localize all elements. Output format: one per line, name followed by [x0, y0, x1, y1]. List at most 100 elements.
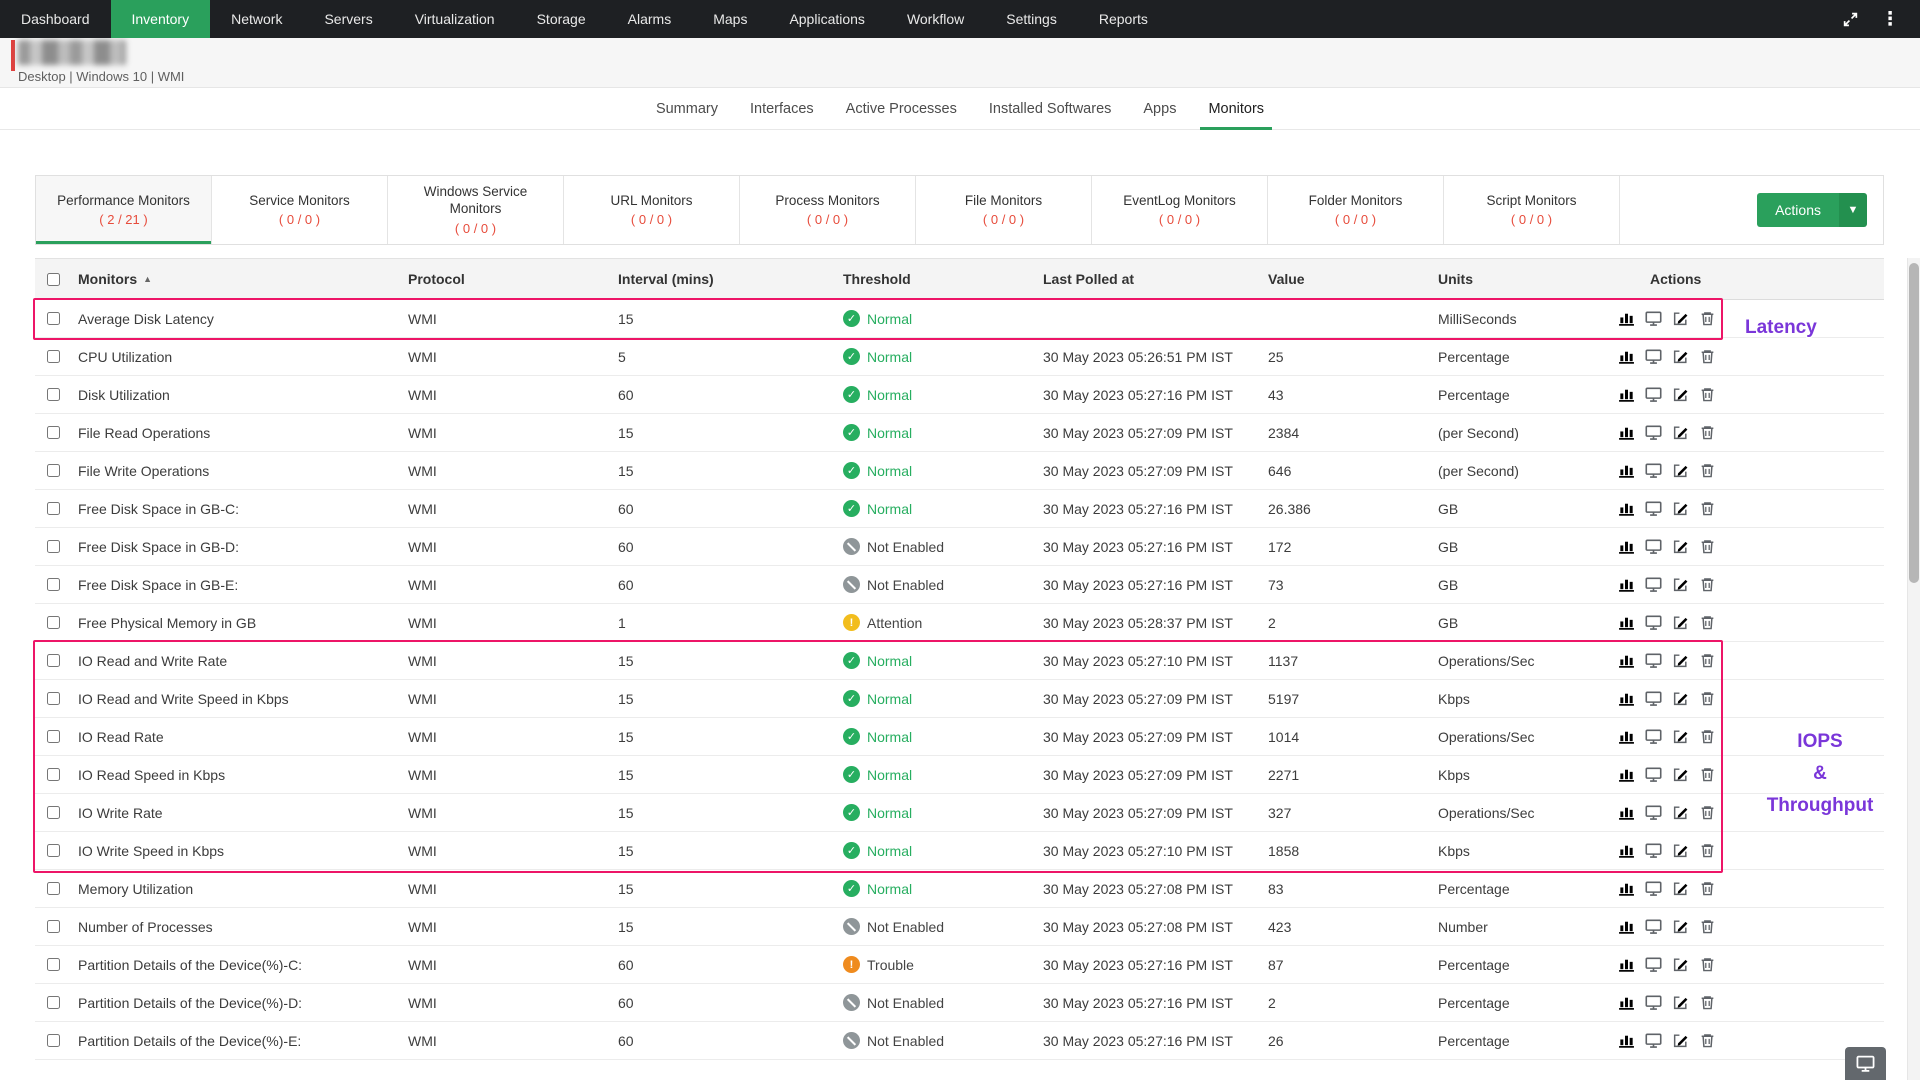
more-options-icon[interactable]: ⋮ — [1880, 9, 1900, 29]
chart-icon[interactable] — [1618, 538, 1635, 555]
nav-item-virtualization[interactable]: Virtualization — [394, 0, 516, 38]
chart-icon[interactable] — [1618, 310, 1635, 327]
delete-icon[interactable] — [1699, 880, 1716, 897]
monitor-display-icon[interactable] — [1645, 348, 1662, 365]
edit-icon[interactable] — [1672, 462, 1689, 479]
exit-fullscreen-icon[interactable] — [1840, 9, 1860, 29]
nav-item-servers[interactable]: Servers — [303, 0, 393, 38]
row-checkbox[interactable] — [47, 995, 60, 1010]
edit-icon[interactable] — [1672, 918, 1689, 935]
nav-item-settings[interactable]: Settings — [985, 0, 1078, 38]
row-checkbox[interactable] — [47, 463, 60, 478]
monitor-name[interactable]: IO Write Rate — [70, 805, 400, 821]
monitor-display-icon[interactable] — [1645, 766, 1662, 783]
monitor-display-icon[interactable] — [1645, 956, 1662, 973]
monitor-name[interactable]: IO Read Rate — [70, 729, 400, 745]
tab-monitors[interactable]: Monitors — [1208, 88, 1264, 129]
edit-icon[interactable] — [1672, 1032, 1689, 1049]
delete-icon[interactable] — [1699, 462, 1716, 479]
edit-icon[interactable] — [1672, 690, 1689, 707]
actions-button[interactable]: Actions — [1757, 193, 1839, 227]
chart-icon[interactable] — [1618, 500, 1635, 517]
chart-icon[interactable] — [1618, 842, 1635, 859]
monitor-display-icon[interactable] — [1645, 842, 1662, 859]
delete-icon[interactable] — [1699, 842, 1716, 859]
chart-icon[interactable] — [1618, 728, 1635, 745]
monitor-name[interactable]: Average Disk Latency — [70, 311, 400, 327]
edit-icon[interactable] — [1672, 804, 1689, 821]
row-checkbox[interactable] — [47, 691, 60, 706]
monitor-name[interactable]: File Read Operations — [70, 425, 400, 441]
monitor-name[interactable]: CPU Utilization — [70, 349, 400, 365]
row-checkbox[interactable] — [47, 349, 60, 364]
row-checkbox[interactable] — [47, 843, 60, 858]
chart-icon[interactable] — [1618, 386, 1635, 403]
scrollbar-track[interactable] — [1907, 258, 1920, 1080]
monitor-tab-file[interactable]: File Monitors ( 0 / 0 ) — [916, 176, 1092, 244]
monitor-display-icon[interactable] — [1645, 804, 1662, 821]
monitor-name[interactable]: Free Disk Space in GB-E: — [70, 577, 400, 593]
tab-summary[interactable]: Summary — [656, 88, 718, 129]
monitor-display-icon[interactable] — [1645, 728, 1662, 745]
chart-icon[interactable] — [1618, 956, 1635, 973]
row-checkbox[interactable] — [47, 653, 60, 668]
monitor-name[interactable]: Number of Processes — [70, 919, 400, 935]
row-checkbox[interactable] — [47, 805, 60, 820]
delete-icon[interactable] — [1699, 956, 1716, 973]
row-checkbox[interactable] — [47, 311, 60, 326]
delete-icon[interactable] — [1699, 766, 1716, 783]
chart-icon[interactable] — [1618, 918, 1635, 935]
chart-icon[interactable] — [1618, 766, 1635, 783]
monitor-name[interactable]: IO Read Speed in Kbps — [70, 767, 400, 783]
monitor-display-icon[interactable] — [1645, 538, 1662, 555]
edit-icon[interactable] — [1672, 424, 1689, 441]
delete-icon[interactable] — [1699, 652, 1716, 669]
row-checkbox[interactable] — [47, 919, 60, 934]
edit-icon[interactable] — [1672, 994, 1689, 1011]
row-checkbox[interactable] — [47, 425, 60, 440]
row-checkbox[interactable] — [47, 1033, 60, 1048]
monitor-name[interactable]: Partition Details of the Device(%)-E: — [70, 1033, 400, 1049]
row-checkbox[interactable] — [47, 957, 60, 972]
nav-item-reports[interactable]: Reports — [1078, 0, 1169, 38]
monitor-tab-performance[interactable]: Performance Monitors ( 2 / 21 ) — [36, 176, 212, 244]
chart-icon[interactable] — [1618, 576, 1635, 593]
delete-icon[interactable] — [1699, 348, 1716, 365]
monitor-display-icon[interactable] — [1645, 994, 1662, 1011]
chart-icon[interactable] — [1618, 348, 1635, 365]
nav-item-maps[interactable]: Maps — [692, 0, 768, 38]
delete-icon[interactable] — [1699, 804, 1716, 821]
monitor-name[interactable]: IO Write Speed in Kbps — [70, 843, 400, 859]
monitor-name[interactable]: File Write Operations — [70, 463, 400, 479]
edit-icon[interactable] — [1672, 652, 1689, 669]
monitor-tab-service[interactable]: Service Monitors ( 0 / 0 ) — [212, 176, 388, 244]
edit-icon[interactable] — [1672, 880, 1689, 897]
monitor-display-icon[interactable] — [1645, 880, 1662, 897]
monitor-display-icon[interactable] — [1645, 576, 1662, 593]
monitor-display-icon[interactable] — [1645, 310, 1662, 327]
chart-icon[interactable] — [1618, 804, 1635, 821]
delete-icon[interactable] — [1699, 918, 1716, 935]
edit-icon[interactable] — [1672, 386, 1689, 403]
monitor-tab-process[interactable]: Process Monitors ( 0 / 0 ) — [740, 176, 916, 244]
monitor-tab-windows-service[interactable]: Windows Service Monitors ( 0 / 0 ) — [388, 176, 564, 244]
row-checkbox[interactable] — [47, 881, 60, 896]
chart-icon[interactable] — [1618, 424, 1635, 441]
row-checkbox[interactable] — [47, 539, 60, 554]
monitor-name[interactable]: Free Physical Memory in GB — [70, 615, 400, 631]
monitor-display-icon[interactable] — [1645, 1032, 1662, 1049]
monitor-name[interactable]: Partition Details of the Device(%)-D: — [70, 995, 400, 1011]
monitor-name[interactable]: IO Read and Write Speed in Kbps — [70, 691, 400, 707]
delete-icon[interactable] — [1699, 386, 1716, 403]
scrollbar-thumb[interactable] — [1909, 263, 1919, 583]
chart-icon[interactable] — [1618, 690, 1635, 707]
delete-icon[interactable] — [1699, 1032, 1716, 1049]
nav-item-network[interactable]: Network — [210, 0, 303, 38]
delete-icon[interactable] — [1699, 614, 1716, 631]
edit-icon[interactable] — [1672, 614, 1689, 631]
edit-icon[interactable] — [1672, 348, 1689, 365]
monitor-name[interactable]: Partition Details of the Device(%)-C: — [70, 957, 400, 973]
delete-icon[interactable] — [1699, 424, 1716, 441]
tab-interfaces[interactable]: Interfaces — [750, 88, 814, 129]
col-header-monitors[interactable]: Monitors▲ — [70, 271, 400, 287]
